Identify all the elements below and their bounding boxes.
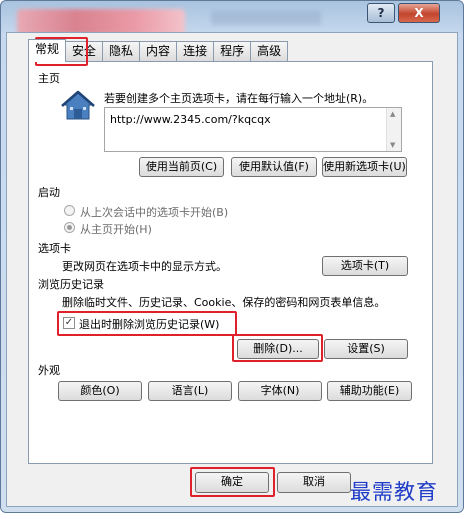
homepage-url-text: http://www.2345.com/?kqcqx [110, 113, 271, 126]
help-button[interactable]: ? [367, 3, 395, 23]
tab-strip: 常规 安全 隐私 内容 连接 程序 高级 [28, 39, 289, 62]
fonts-button[interactable]: 字体(N) [238, 381, 322, 401]
history-description: 删除临时文件、历史记录、Cookie、保存的密码和网页表单信息。 [62, 296, 386, 309]
languages-button[interactable]: 语言(L) [148, 381, 232, 401]
tabs-settings-button[interactable]: 选项卡(T) [322, 256, 408, 276]
tab-privacy[interactable]: 隐私 [102, 41, 141, 61]
watermark-text: 最需教育 [350, 480, 438, 504]
tabs-section-description: 更改网页在选项卡中的显示方式。 [62, 260, 227, 273]
blurred-title-text [211, 11, 321, 25]
homepage-scrollbar[interactable]: ▲ ▼ [386, 108, 401, 151]
scroll-up-icon[interactable]: ▲ [390, 110, 395, 118]
help-icon: ? [377, 6, 385, 20]
homepage-url-textarea[interactable]: http://www.2345.com/?kqcqx ▲ ▼ [104, 107, 402, 152]
tab-connections[interactable]: 连接 [176, 41, 215, 61]
tab-general[interactable]: 常规 [28, 39, 67, 62]
tab-security[interactable]: 安全 [65, 41, 104, 61]
startup-section-title: 启动 [38, 186, 60, 199]
homepage-description: 若要创建多个主页选项卡，请在每行输入一个地址(R)。 [104, 92, 374, 105]
tab-content[interactable]: 内容 [139, 41, 178, 61]
history-settings-button[interactable]: 设置(S) [324, 339, 408, 359]
use-new-tab-button[interactable]: 使用新选项卡(U) [322, 157, 407, 177]
delete-on-exit-label: 退出时删除浏览历史记录(W) [79, 318, 220, 331]
accessibility-button[interactable]: 辅助功能(E) [327, 381, 412, 401]
homepage-section-title: 主页 [38, 72, 60, 85]
colors-button[interactable]: 颜色(O) [58, 381, 142, 401]
delete-on-exit-checkbox[interactable]: ✓ [63, 317, 75, 329]
scroll-down-icon[interactable]: ▼ [390, 141, 395, 149]
delete-history-button[interactable]: 删除(D)... [237, 339, 319, 359]
close-icon: X [414, 6, 424, 20]
use-current-button[interactable]: 使用当前页(C) [139, 157, 224, 177]
tabs-section-title: 选项卡 [38, 242, 71, 255]
startup-home-radio[interactable] [64, 222, 75, 233]
cancel-button[interactable]: 取消 [277, 472, 351, 493]
tab-advanced[interactable]: 高级 [250, 41, 289, 61]
home-icon [61, 90, 95, 120]
startup-home-label: 从主页开始(H) [80, 223, 152, 236]
appearance-section-title: 外观 [38, 364, 60, 377]
use-default-button[interactable]: 使用默认值(F) [231, 157, 317, 177]
startup-last-session-label: 从上次会话中的选项卡开始(B) [80, 206, 229, 219]
ok-button[interactable]: 确定 [195, 472, 269, 493]
startup-last-session-radio[interactable] [64, 205, 75, 216]
close-button[interactable]: X [398, 3, 440, 23]
tab-programs[interactable]: 程序 [213, 41, 252, 61]
history-section-title: 浏览历史记录 [38, 278, 104, 291]
